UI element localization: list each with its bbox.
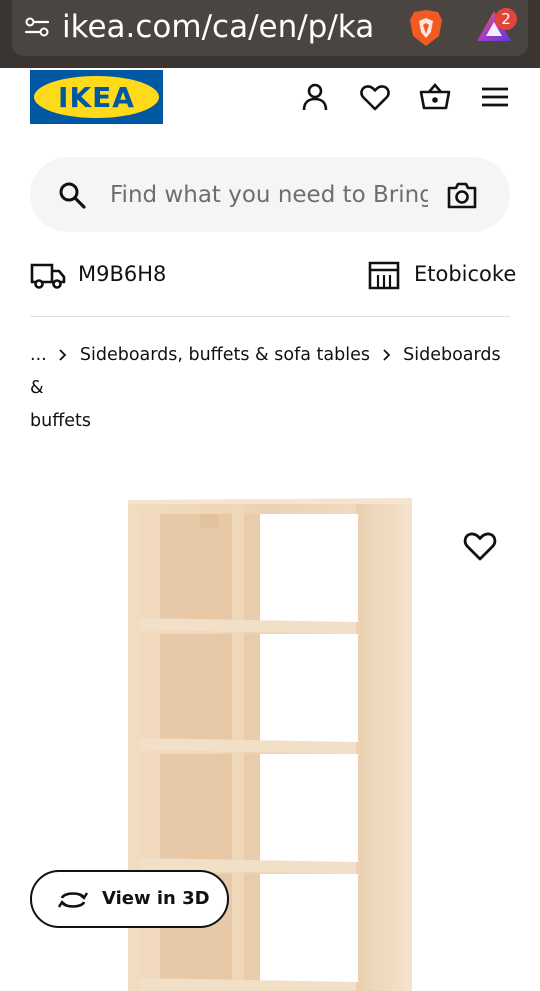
view-in-3d-label: View in 3D bbox=[102, 888, 210, 909]
brave-shield-icon[interactable] bbox=[408, 8, 444, 48]
url-text[interactable]: ikea.com/ca/en/p/ka bbox=[62, 9, 397, 45]
favorite-heart-icon[interactable] bbox=[462, 528, 498, 564]
delivery-truck-icon[interactable] bbox=[30, 260, 66, 290]
rewards-badge: 2 bbox=[495, 8, 517, 30]
search-icon[interactable] bbox=[58, 181, 86, 209]
account-icon[interactable] bbox=[299, 81, 331, 113]
breadcrumb-link[interactable]: buffets bbox=[30, 411, 91, 431]
breadcrumb-ellipsis[interactable]: ... bbox=[30, 345, 47, 365]
breadcrumb-link[interactable]: Sideboards, buffets & sofa tables bbox=[80, 345, 370, 365]
postal-code[interactable]: M9B6H8 bbox=[78, 262, 166, 286]
chevron-right-icon bbox=[52, 339, 74, 372]
menu-icon[interactable] bbox=[479, 81, 511, 113]
search-input[interactable] bbox=[110, 175, 428, 215]
ikea-logo[interactable]: IKEA bbox=[30, 70, 163, 124]
site-settings-icon[interactable] bbox=[24, 14, 50, 40]
chevron-right-icon bbox=[376, 339, 398, 372]
store-name[interactable]: Etobicoke bbox=[414, 262, 516, 286]
heart-icon[interactable] bbox=[359, 81, 391, 113]
store-icon[interactable] bbox=[368, 260, 400, 290]
divider bbox=[30, 316, 510, 317]
view-in-3d-button[interactable]: View in 3D bbox=[30, 870, 229, 928]
camera-search-icon[interactable] bbox=[446, 180, 478, 210]
logo-text: IKEA bbox=[58, 81, 135, 114]
breadcrumb: ... Sideboards, buffets & sofa tables Si… bbox=[30, 339, 515, 438]
rotate-3d-icon bbox=[57, 892, 89, 908]
basket-icon[interactable] bbox=[419, 81, 451, 113]
